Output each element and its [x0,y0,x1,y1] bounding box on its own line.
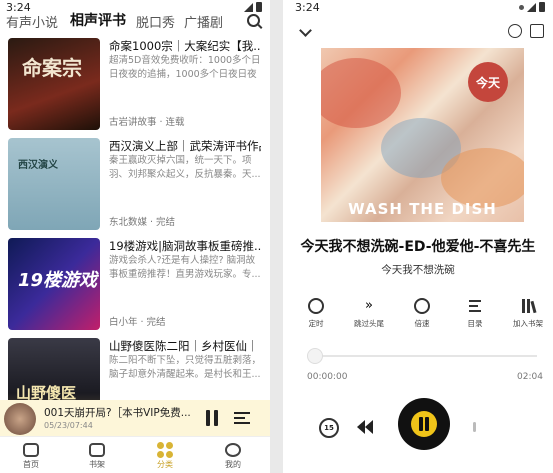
mini-player[interactable]: 001天崩开局?［本书VIP免费... 05/23/07:44 [0,400,270,436]
book-title: 19楼游戏|脑洞故事板重磅推... [109,239,261,253]
tab-talkshow[interactable]: 脱口秀 [136,12,175,31]
playlist-icon[interactable] [234,410,250,426]
book-item[interactable]: 西汉演义 西汉演义上部｜武荣涛评书作品 秦王赢政灭掉六国，统一天下。项羽、刘邦聚… [8,138,266,232]
current-time: 00:00:00 [307,372,348,382]
list-icon [467,298,483,314]
album-art-text: WASH THE DISH [348,200,497,218]
book-meta: 东北数媒 · 完结 [109,217,176,228]
nav-home[interactable]: 首页 [4,437,58,470]
mini-player-cover [4,403,36,435]
mini-player-title: 001天崩开局?［本书VIP免费... [44,407,191,419]
book-cover: 19楼游戏 [8,238,100,330]
progress-track[interactable] [309,355,537,357]
nav-category[interactable]: 分类 [138,437,192,470]
tab-audio-novel[interactable]: 有声小说 [6,12,58,31]
status-icons [519,2,545,12]
book-item[interactable]: 命案宗 命案1000宗｜大案纪实【我... 超清5D音效免费收听：1000多个日… [8,38,266,132]
alarm-clock-icon [308,298,324,314]
album-art: 今天 WASH THE DISH [321,48,524,222]
book-cover: 西汉演义 [8,138,100,230]
skip-intro-label: 跳过头尾 [354,319,384,328]
nav-home-label: 首页 [23,460,39,469]
chevron-down-icon[interactable] [299,24,312,37]
previous-icon[interactable] [357,419,375,435]
catalog-label: 目录 [467,319,483,328]
cover-title: 西汉演义 [18,160,58,171]
pause-icon [411,411,437,437]
signal-icon [527,2,536,12]
nav-profile-label: 我的 [225,460,241,469]
add-to-shelf-button[interactable]: 加入书架 [505,298,551,329]
nav-category-label: 分类 [157,460,173,469]
book-title: 命案1000宗｜大案纪实【我... [109,39,261,53]
speedometer-icon [414,298,430,314]
profile-icon [225,443,241,457]
speed-button[interactable]: 倍速 [399,298,445,329]
book-desc: 超清5D音效免费收听：1000多个日日夜夜的追捕，1000多个日夜日夜 [109,55,261,80]
battery-icon [539,2,545,12]
bookshelf-icon [89,443,105,457]
total-time: 02:04 [517,372,543,382]
book-desc: 陈二阳不断下坠，只觉得五脏剥落，脑子却意外清醒起来。是村长和王... [109,355,261,380]
nav-profile[interactable]: 我的 [206,437,260,470]
book-item[interactable]: 19楼游戏 19楼游戏|脑洞故事板重磅推... 游戏会杀人?还是有人操控? 脑洞… [8,238,266,332]
left-screen: 3:24 有声小说 相声评书 脱口秀 广播剧 命案宗 命案1000宗｜大案纪实【… [0,0,270,473]
book-title: 西汉演义上部｜武荣涛评书作品 [109,139,261,153]
books-icon [520,298,537,314]
skip-intro-button[interactable]: » 跳过头尾 [346,298,392,329]
pause-icon[interactable] [205,410,219,426]
progress-knob[interactable] [307,348,323,364]
next-indicator[interactable] [473,422,476,432]
book-cover: 命案宗 [8,38,100,130]
share-icon[interactable] [530,24,544,38]
cover-title: 命案宗 [22,56,82,80]
category-icon [157,442,173,458]
timer-label: 定时 [308,319,324,328]
tab-crosstalk[interactable]: 相声评书 [70,10,126,30]
mini-player-time: 05/23/07:44 [44,421,93,430]
subtitle-icon[interactable] [508,24,522,38]
add-to-shelf-label: 加入书架 [513,319,543,328]
cover-title: 19楼游戏 [18,270,98,291]
bottom-nav: 首页 书架 分类 我的 [0,436,270,473]
category-tabs: 有声小说 相声评书 脱口秀 广播剧 [0,8,270,32]
song-title: 今天我不想洗碗-ED-他爱他-不喜先生 [300,239,536,255]
album-badge: 今天 [468,62,508,102]
status-time: 3:24 [295,1,320,14]
book-desc: 游戏会杀人?还是有人操控? 脑洞故事板重磅推荐！直男游戏玩家。专... [109,255,261,280]
status-bar: 3:24 [283,0,553,16]
book-title: 山野傻医陈二阳｜乡村医仙｜【... [109,339,261,353]
rewind-15-icon[interactable]: 15 [319,418,339,438]
tab-radio-drama[interactable]: 广播剧 [184,12,223,31]
speed-label: 倍速 [414,319,430,328]
home-icon [23,443,39,457]
nav-bookshelf[interactable]: 书架 [70,437,124,470]
notification-dot-icon [519,4,524,10]
timer-button[interactable]: 定时 [293,298,339,329]
right-screen: 3:24 今天 WASH THE DISH 今天我不想洗碗-ED-他爱他-不喜先… [283,0,553,473]
skip-arrows-icon: » [365,298,373,313]
book-desc: 秦王赢政灭掉六国，统一天下。项羽、刘邦聚众起义，反抗暴秦。天... [109,155,261,180]
nav-bookshelf-label: 书架 [89,460,105,469]
artist-name: 今天我不想洗碗 [381,264,455,276]
catalog-button[interactable]: 目录 [452,298,498,329]
search-icon[interactable] [247,14,260,27]
book-meta: 白小年 · 完结 [109,317,166,328]
play-pause-button[interactable] [398,398,450,450]
book-meta: 古岩讲故事 · 连载 [109,117,185,128]
